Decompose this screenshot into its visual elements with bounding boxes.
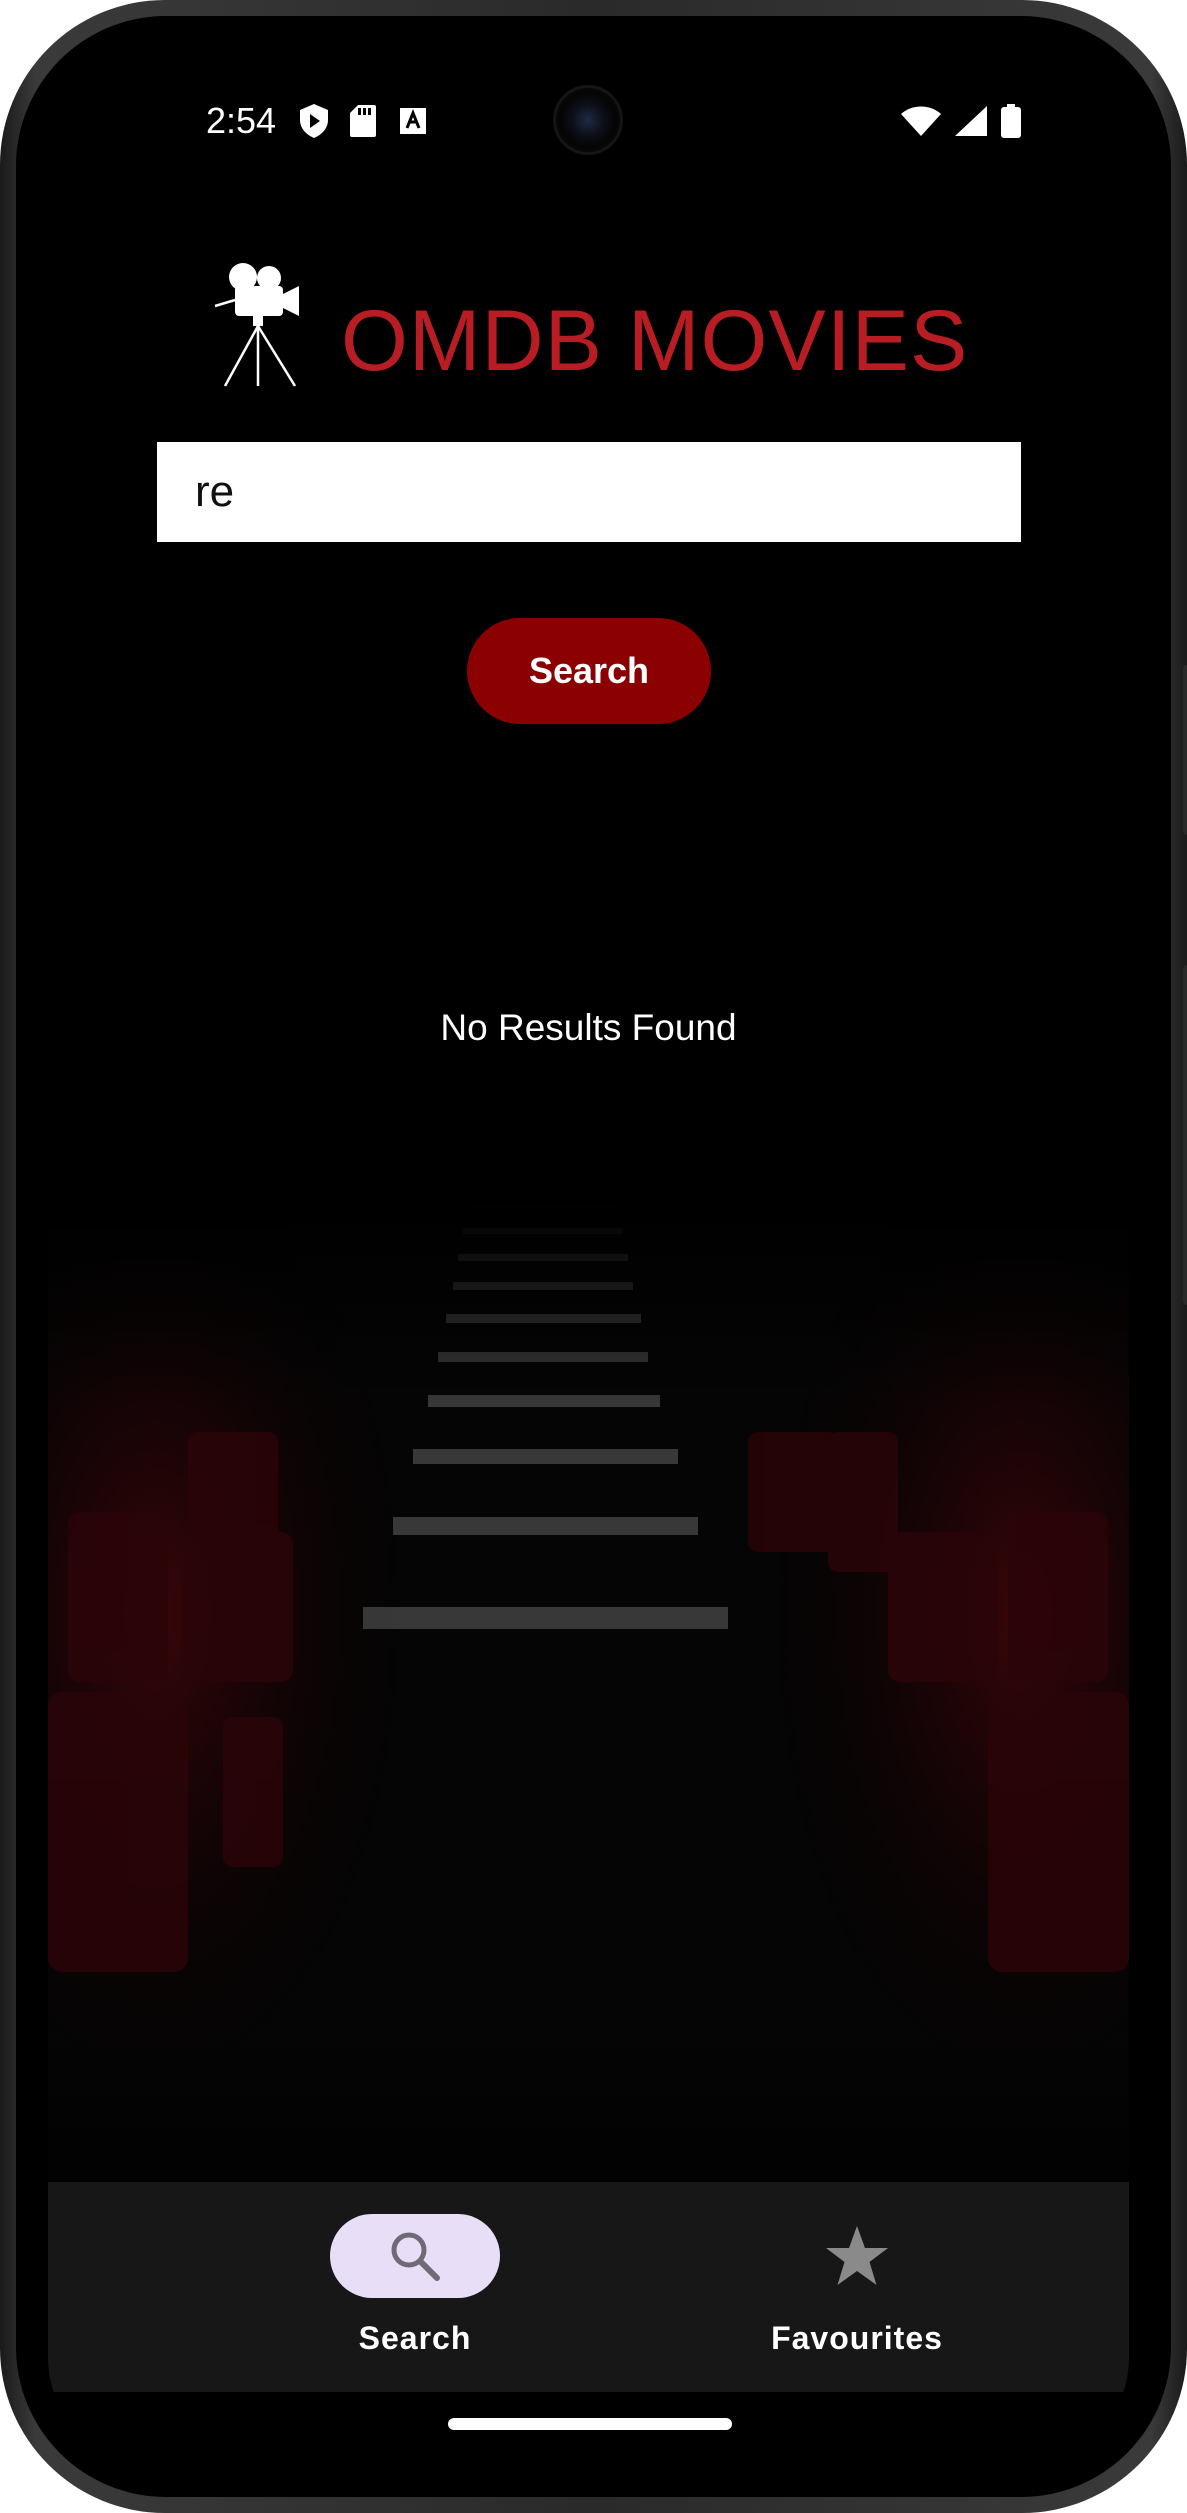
nav-label-search: Search <box>358 2320 472 2356</box>
bottom-navigation-bar: Search Favourites <box>48 2182 1129 2392</box>
cellular-signal-icon <box>955 106 987 136</box>
phone-frame: 2:54 OMDB MOVIES re Search No Results Fo… <box>0 0 1187 2513</box>
volume-button <box>1183 965 1187 1305</box>
text-a-icon <box>400 108 426 134</box>
front-camera <box>556 88 620 152</box>
app-header: OMDB MOVIES <box>48 262 1129 392</box>
search-input[interactable] <box>157 442 1021 542</box>
movie-camera-tripod-icon <box>214 263 299 387</box>
no-results-message: No Results Found <box>440 1007 737 1048</box>
search-button[interactable]: Search <box>467 618 711 724</box>
sd-card-icon <box>350 105 376 137</box>
search-icon <box>391 2232 440 2281</box>
nav-item-search[interactable]: Search <box>265 2182 565 2392</box>
home-indicator[interactable] <box>448 2418 732 2430</box>
status-time: 2:54 <box>206 100 277 141</box>
status-bar: 2:54 <box>48 52 1129 192</box>
battery-icon <box>1001 104 1021 138</box>
play-protect-icon <box>300 104 328 138</box>
status-icons-right <box>901 104 1021 138</box>
app-screen: 2:54 OMDB MOVIES re Search No Results Fo… <box>48 52 1129 2467</box>
star-icon <box>826 2226 888 2285</box>
wifi-icon <box>901 106 941 136</box>
app-title: OMDB MOVIES <box>341 293 969 389</box>
nav-label-favourites: Favourites <box>771 2320 943 2356</box>
status-icons-left <box>300 104 428 138</box>
theater-background-image <box>48 1202 1129 2232</box>
power-button <box>1183 665 1187 835</box>
nav-item-favourites[interactable]: Favourites <box>707 2182 1007 2392</box>
